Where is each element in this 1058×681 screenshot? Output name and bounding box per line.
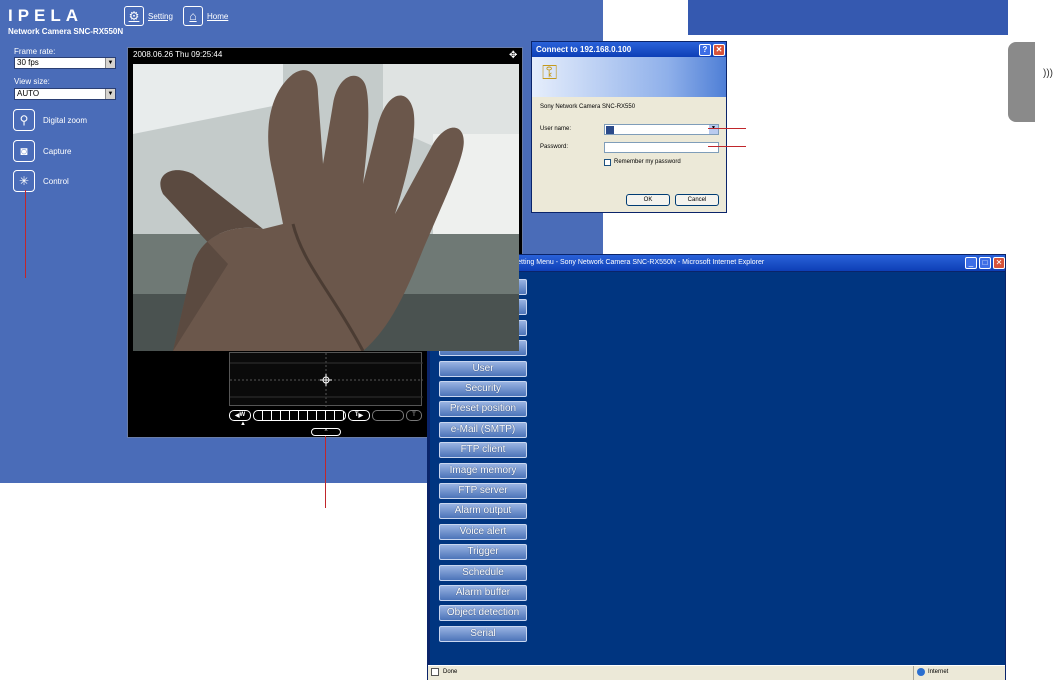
home-link[interactable]: ⌂ Home [183,5,228,27]
frame-rate-select[interactable]: 30 fps ▼ [14,57,116,69]
minimize-button[interactable]: _ [965,257,977,269]
close-button[interactable]: ✕ [713,44,725,56]
zoom-slider[interactable] [253,409,346,421]
menu-button-image-memory[interactable]: Image memory [439,462,527,479]
password-field[interactable] [604,142,719,153]
hand-image [133,64,519,351]
ptz-control-pad[interactable] [229,352,423,407]
digital-zoom-button[interactable]: ⚲ Digital zoom [13,109,87,131]
menu-button-ftp-client[interactable]: FTP client [439,442,527,459]
side-tab [1008,42,1035,122]
home-icon: ⌂ [183,6,203,26]
chevron-down-icon[interactable]: ▼ [709,125,718,134]
home-label: Home [207,11,229,21]
menu-button-serial[interactable]: Serial [439,625,527,642]
setting-icon: ⚙ [124,6,144,26]
control-label: Control [43,176,69,186]
capture-button[interactable]: ◙ Capture [13,140,71,162]
menu-button-alarm-buffer[interactable]: Alarm buffer [439,585,527,601]
menu-button-preset-position[interactable]: Preset position [439,401,527,418]
menu-button-ftp-server[interactable]: FTP server [439,483,527,499]
menu-button-user[interactable]: User [439,360,527,377]
close-button[interactable]: ✕ [993,257,1005,269]
callout-line [325,436,326,508]
crosshair-icon [230,353,423,407]
menu-button-voice-alert[interactable]: Voice alert [439,523,527,540]
login-dialog: Connect to 192.168.0.100 ? ✕ ⚿ Sony Netw… [531,41,727,213]
chevron-down-icon: ▼ [105,89,115,99]
callout-line [708,146,746,147]
user-icon [606,126,614,134]
zone-text: Internet [928,669,949,675]
username-field[interactable]: ▼ [604,124,719,135]
menu-button-trigger[interactable]: Trigger [439,544,527,561]
zoom-bar: ◀ W T ▶ T [229,409,422,421]
view-size-select[interactable]: AUTO ▼ [14,88,116,100]
globe-icon [917,668,925,676]
digital-tele-button: T [406,409,422,421]
callout-line [708,128,746,129]
setting-label: Setting [148,11,173,21]
view-size-value: AUTO [17,89,40,98]
timestamp: 2008.06.26 Thu 09:25:44 [133,50,223,59]
username-label: User name: [540,126,572,132]
camera-icon: ◙ [13,140,35,162]
status-divider [913,666,914,680]
collapse-button[interactable]: ^ [311,428,341,436]
password-label: Password: [540,144,569,150]
menu-button-e-mail-smtp[interactable]: e-Mail (SMTP) [439,421,527,438]
control-icon: ✳ [13,170,35,192]
zoom-tele-button[interactable]: T ▶ [348,409,370,421]
capture-label: Capture [43,146,72,156]
magnifier-icon: ⚲ [13,109,35,131]
status-text: Done [443,669,458,675]
setting-link[interactable]: ⚙ Setting [124,5,173,27]
chevron-down-icon: ▼ [105,58,115,68]
view-size-label: View size: [14,77,50,86]
signal-icon: ))) [1043,68,1053,79]
digital-zoom-label: Digital zoom [43,115,88,125]
zoom-wide-button[interactable]: ◀ W [229,409,251,421]
menu-button-object-detection[interactable]: Object detection [439,605,527,622]
zoom-tele-label: T [354,412,359,418]
remember-label: Remember my password [614,159,681,165]
digital-zoom-slider [372,409,404,421]
cancel-button[interactable]: Cancel [675,194,719,206]
menu-button-schedule[interactable]: Schedule [439,564,527,581]
header-bar [688,0,1008,35]
camera-model-label: Network Camera SNC-RX550N [8,27,124,36]
menu-button-security[interactable]: Security [439,381,527,397]
help-button[interactable]: ? [699,44,711,56]
keys-icon: ⚿ [542,62,558,84]
ipela-logo: IPELA [8,6,84,25]
menu-button-alarm-output[interactable]: Alarm output [439,503,527,520]
live-video-image[interactable] [133,64,519,351]
dialog-title: Connect to 192.168.0.100 [532,42,726,57]
device-name: Sony Network Camera SNC-RX550 [540,104,636,110]
remember-checkbox[interactable] [604,159,611,166]
frame-rate-value: 30 fps [17,58,39,67]
zoom-wide-label: W [239,412,246,418]
ok-button[interactable]: OK [626,194,670,206]
move-icon[interactable]: ✥ [509,50,517,61]
status-bar: Done Internet [428,665,1005,680]
callout-line [25,190,26,278]
dialog-banner [532,57,726,97]
frame-rate-label: Frame rate: [14,47,56,56]
zoom-pointer-icon: ▲ [240,421,246,427]
page-icon [431,668,439,676]
maximize-button[interactable]: □ [979,257,991,269]
control-button[interactable]: ✳ Control [13,170,69,192]
